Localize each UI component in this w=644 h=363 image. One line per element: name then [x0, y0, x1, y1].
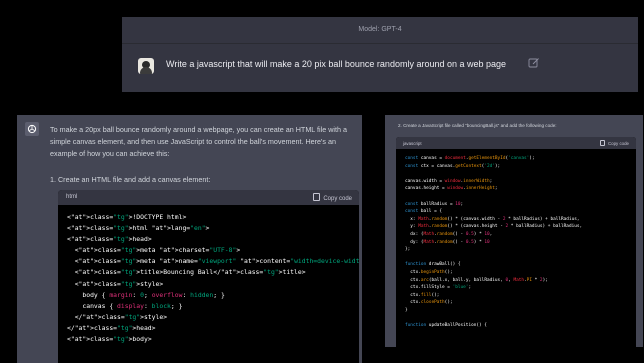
- step-1-text: 1. Create an HTML file and add a canvas …: [50, 175, 211, 184]
- code-line: <"at">class="tg">head>: [67, 235, 152, 244]
- code-line: function updateBallPosition() {: [405, 323, 487, 329]
- code-line: canvas.height = window.innerHeight;: [405, 186, 498, 192]
- code-line: }: [405, 307, 408, 313]
- code-language-label: javascript: [403, 140, 422, 146]
- copy-code-button[interactable]: Copy code: [600, 140, 629, 146]
- code-line: x: Math.random() * (canvas.width - 2 * b…: [405, 216, 580, 222]
- code-line: dx: (Math.random() - 0.5) * 10,: [405, 231, 493, 237]
- code-line: const ballRadius = 10;: [405, 201, 464, 207]
- code-content: <"at">class="tg">!DOCTYPE html> <"at">cla…: [58, 205, 359, 345]
- code-header: html Copy code: [58, 190, 359, 205]
- code-line: body { margin: 0; overflow: hidden; }: [67, 290, 225, 299]
- code-line: canvas.width = window.innerWidth;: [405, 178, 493, 184]
- code-line: <"at">class="tg">html "at">lang="en">: [67, 224, 210, 233]
- assistant-code-panel: 2. Create a JavaScript file called "boun…: [385, 115, 643, 347]
- edit-icon[interactable]: [528, 57, 540, 69]
- code-line: ctx.closePath();: [405, 300, 453, 306]
- clipboard-icon: [313, 193, 321, 201]
- code-line: <"at">class="tg">meta "at">name="viewpor…: [67, 257, 359, 266]
- copy-code-label: Copy code: [323, 196, 352, 202]
- code-line: canvas { display: block; }: [67, 301, 183, 310]
- answer-intro-text: To make a 20px ball bounce randomly arou…: [50, 125, 347, 158]
- html-code-block: html Copy code <"at">class="tg">!DOCTYPE…: [58, 190, 359, 363]
- copy-code-label: Copy code: [608, 141, 629, 146]
- code-language-label: html: [66, 194, 78, 200]
- code-line: };: [405, 247, 411, 253]
- code-header: javascript Copy code: [396, 137, 636, 149]
- code-line: <"at">class="tg">body>: [67, 335, 152, 344]
- code-line: </"at">class="tg">head>: [67, 323, 156, 332]
- code-line: <"at">class="tg">!DOCTYPE html>: [67, 213, 187, 221]
- user-message: Write a javascript that will make a 20 p…: [122, 44, 638, 93]
- javascript-code-block: javascript Copy code const canvas = docu…: [396, 137, 636, 347]
- code-line: <"at">class="tg">meta "at">charset="UTF-…: [67, 246, 241, 255]
- code-line: dy: (Math.random() - 0.5) * 10: [405, 239, 490, 245]
- assistant-answer-panel: To make a 20px ball bounce randomly arou…: [17, 115, 362, 363]
- code-line: ctx.fill();: [405, 292, 440, 298]
- code-line: const canvas = document.getElementById('…: [405, 156, 535, 161]
- code-line: const ball = {: [405, 209, 443, 215]
- model-label: Model: GPT-4: [122, 17, 638, 44]
- code-line: ctx.beginPath();: [405, 269, 453, 275]
- step-2-text: 2. Create a JavaScript file called "boun…: [398, 123, 557, 128]
- user-avatar-icon: [138, 58, 154, 74]
- openai-logo-icon: [25, 122, 39, 136]
- code-line: <"at">class="tg">title>Bouncing Ball</"a…: [67, 268, 306, 277]
- copy-code-button[interactable]: Copy code: [313, 193, 352, 202]
- prompt-panel: Model: GPT-4 Write a javascript that wil…: [122, 17, 638, 92]
- code-content: const canvas = document.getElementById('…: [396, 149, 636, 330]
- code-line: ctx.fillStyle = 'blue';: [405, 285, 472, 291]
- code-line: <"at">class="tg">style>: [67, 279, 164, 288]
- code-line: ctx.arc(ball.x, ball.y, ballRadius, 0, M…: [405, 277, 548, 283]
- code-line: y: Math.random() * (canvas.height - 2 * …: [405, 224, 583, 230]
- code-line: </"at">class="tg">style>: [67, 312, 168, 321]
- code-line: const ctx = canvas.getContext('2d');: [405, 163, 501, 169]
- clipboard-icon: [600, 140, 605, 146]
- user-prompt-text: Write a javascript that will make a 20 p…: [166, 59, 507, 69]
- code-line: function drawBall() {: [405, 262, 461, 268]
